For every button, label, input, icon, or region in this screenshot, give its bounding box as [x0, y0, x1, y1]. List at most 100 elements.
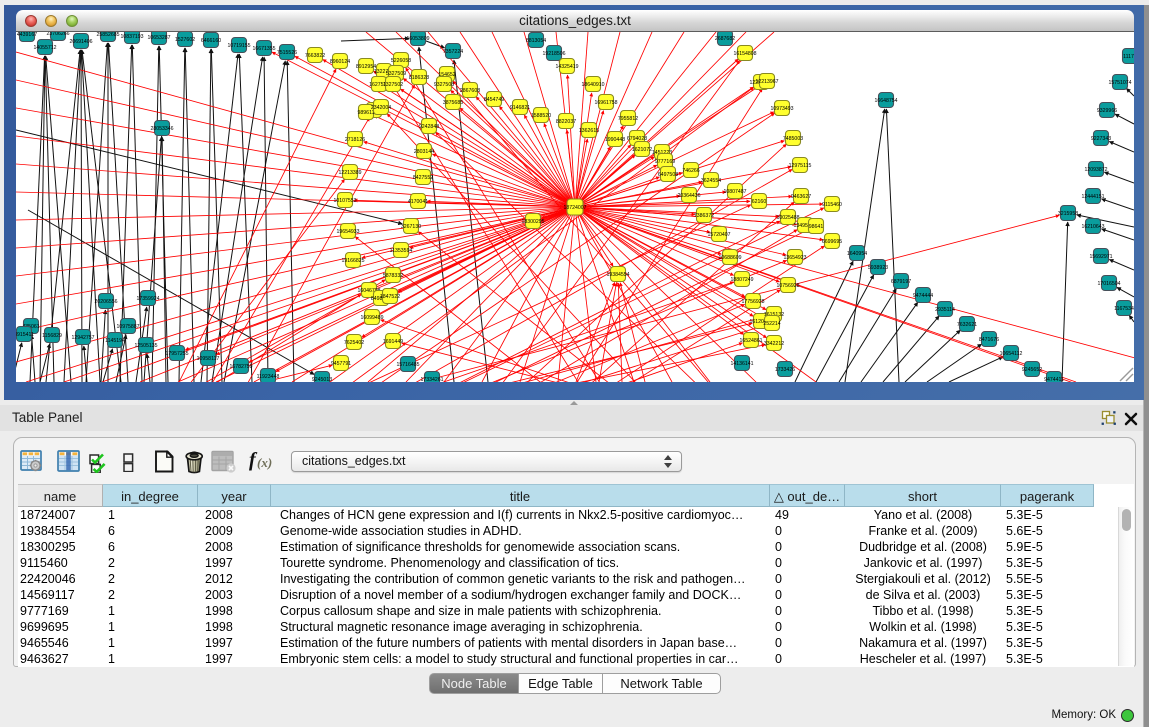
- svg-text:3875685: 3875685: [443, 100, 463, 106]
- svg-text:8427552: 8427552: [413, 175, 433, 181]
- svg-text:1167534: 1167534: [1114, 306, 1134, 312]
- svg-text:9457791: 9457791: [331, 361, 351, 367]
- svg-text:8960124: 8960124: [330, 59, 350, 65]
- svg-text:12093872: 12093872: [1084, 167, 1107, 173]
- svg-text:14055712: 14055712: [33, 45, 56, 51]
- svg-text:16782759: 16782759: [229, 364, 252, 370]
- svg-text:1527602: 1527602: [175, 37, 195, 43]
- svg-text:10837193: 10837193: [120, 34, 143, 40]
- svg-text:12975115: 12975115: [789, 163, 812, 169]
- svg-text:62160: 62160: [752, 199, 767, 205]
- svg-text:7663822: 7663822: [305, 53, 325, 59]
- svg-text:3624554: 3624554: [701, 178, 721, 184]
- svg-text:7632621: 7632621: [957, 322, 977, 328]
- svg-text:25852685: 25852685: [96, 32, 119, 38]
- svg-text:16053809: 16053809: [406, 36, 429, 42]
- svg-text:1621072: 1621072: [632, 147, 652, 153]
- svg-text:3342212: 3342212: [764, 341, 784, 347]
- svg-text:5878332: 5878332: [383, 273, 403, 279]
- svg-text:2687682: 2687682: [715, 36, 735, 42]
- svg-text:3215958: 3215958: [1058, 211, 1078, 217]
- svg-text:3267130: 3267130: [401, 224, 421, 230]
- svg-text:9463627: 9463627: [791, 194, 811, 200]
- svg-text:9146821: 9146821: [510, 105, 530, 111]
- svg-text:10025488: 10025488: [776, 215, 799, 221]
- svg-text:1588520: 1588520: [531, 113, 551, 119]
- svg-text:12444151: 12444151: [1081, 194, 1104, 200]
- svg-text:16524861: 16524861: [739, 338, 762, 344]
- svg-text:7955812: 7955812: [618, 116, 638, 122]
- svg-text:9227343: 9227343: [1091, 136, 1111, 142]
- svg-text:2803144: 2803144: [414, 149, 434, 155]
- svg-text:1640954: 1640954: [847, 251, 867, 257]
- svg-text:6879197: 6879197: [891, 279, 911, 285]
- svg-text:1990448: 1990448: [605, 137, 625, 143]
- svg-text:746266: 746266: [682, 168, 699, 174]
- svg-text:10958117: 10958117: [197, 356, 220, 362]
- svg-text:1847522: 1847522: [380, 294, 400, 300]
- svg-text:17359924: 17359924: [136, 296, 159, 302]
- svg-text:10975887: 10975887: [116, 324, 139, 330]
- svg-text:13654923: 13654923: [783, 255, 806, 261]
- svg-text:15751074: 15751074: [1108, 80, 1131, 86]
- svg-text:1156829: 1156829: [42, 333, 62, 339]
- svg-text:17957255: 17957255: [165, 351, 188, 357]
- svg-text:18807249: 18807249: [730, 277, 753, 283]
- svg-text:19384554: 19384554: [606, 272, 629, 278]
- svg-text:15720407: 15720407: [707, 232, 730, 238]
- svg-text:4170041: 4170041: [408, 199, 428, 205]
- svg-text:16648754: 16648754: [874, 98, 897, 104]
- svg-text:7515526: 7515526: [277, 50, 297, 56]
- svg-text:18640910: 18640910: [581, 82, 604, 88]
- svg-text:20691406: 20691406: [69, 39, 92, 45]
- svg-text:7386372: 7386372: [694, 213, 714, 219]
- svg-text:9115460: 9115460: [822, 202, 842, 208]
- svg-text:1145194: 1145194: [105, 338, 125, 344]
- svg-text:8813054: 8813054: [526, 38, 546, 44]
- svg-text:10973493: 10973493: [770, 106, 793, 112]
- svg-text:9245652: 9245652: [1022, 367, 1042, 373]
- svg-text:7485003: 7485003: [783, 136, 803, 142]
- svg-text:14136141: 14136141: [730, 361, 753, 367]
- svg-text:10807487: 10807487: [723, 189, 746, 195]
- svg-text:12942757: 12942757: [71, 335, 94, 341]
- svg-text:20206556: 20206556: [94, 299, 117, 305]
- svg-text:6699695: 6699695: [822, 239, 842, 245]
- svg-text:8454749: 8454749: [484, 97, 504, 103]
- svg-text:19166825: 19166825: [341, 258, 364, 264]
- svg-text:4439167: 4439167: [17, 32, 37, 38]
- svg-text:1691449: 1691449: [383, 339, 403, 345]
- svg-text:20364436: 20364436: [677, 193, 700, 199]
- svg-text:16671355: 16671355: [252, 46, 275, 52]
- svg-text:9329966: 9329966: [1097, 108, 1117, 114]
- svg-text:15716485: 15716485: [396, 362, 419, 368]
- svg-text:1733426: 1733426: [775, 367, 795, 373]
- svg-text:8471676: 8471676: [979, 337, 999, 343]
- svg-text:14325419: 14325419: [555, 64, 578, 70]
- svg-text:9242848: 9242848: [419, 124, 439, 130]
- svg-text:1327502: 1327502: [383, 82, 403, 88]
- svg-text:11353594: 11353594: [390, 248, 413, 254]
- svg-text:10756928: 10756928: [776, 283, 799, 289]
- svg-text:23706266: 23706266: [46, 32, 69, 37]
- svg-text:9777169: 9777169: [655, 159, 675, 165]
- svg-text:28053346: 28053346: [150, 126, 173, 132]
- svg-text:5938923: 5938923: [868, 265, 888, 271]
- svg-text:6466160: 6466160: [201, 38, 221, 44]
- svg-text:2718126: 2718126: [345, 137, 365, 143]
- svg-text:5226058: 5226058: [391, 58, 411, 64]
- svg-text:17334261: 17334261: [420, 377, 443, 382]
- svg-text:10719155: 10719155: [227, 43, 250, 49]
- svg-text:10654112: 10654112: [1000, 351, 1023, 357]
- svg-text:19654933: 19654933: [336, 229, 359, 235]
- svg-text:15692971: 15692971: [1089, 254, 1112, 260]
- svg-text:11923448: 11923448: [257, 374, 280, 380]
- svg-text:2867608: 2867608: [460, 88, 480, 94]
- svg-text:6497508: 6497508: [658, 172, 678, 178]
- svg-text:18724007: 18724007: [563, 205, 586, 211]
- svg-text:8822037: 8822037: [556, 119, 576, 125]
- svg-text:10653287: 10653287: [147, 35, 170, 41]
- svg-text:9245013: 9245013: [312, 377, 332, 382]
- svg-text:16961758: 16961758: [594, 100, 617, 106]
- svg-text:12213389: 12213389: [338, 170, 361, 176]
